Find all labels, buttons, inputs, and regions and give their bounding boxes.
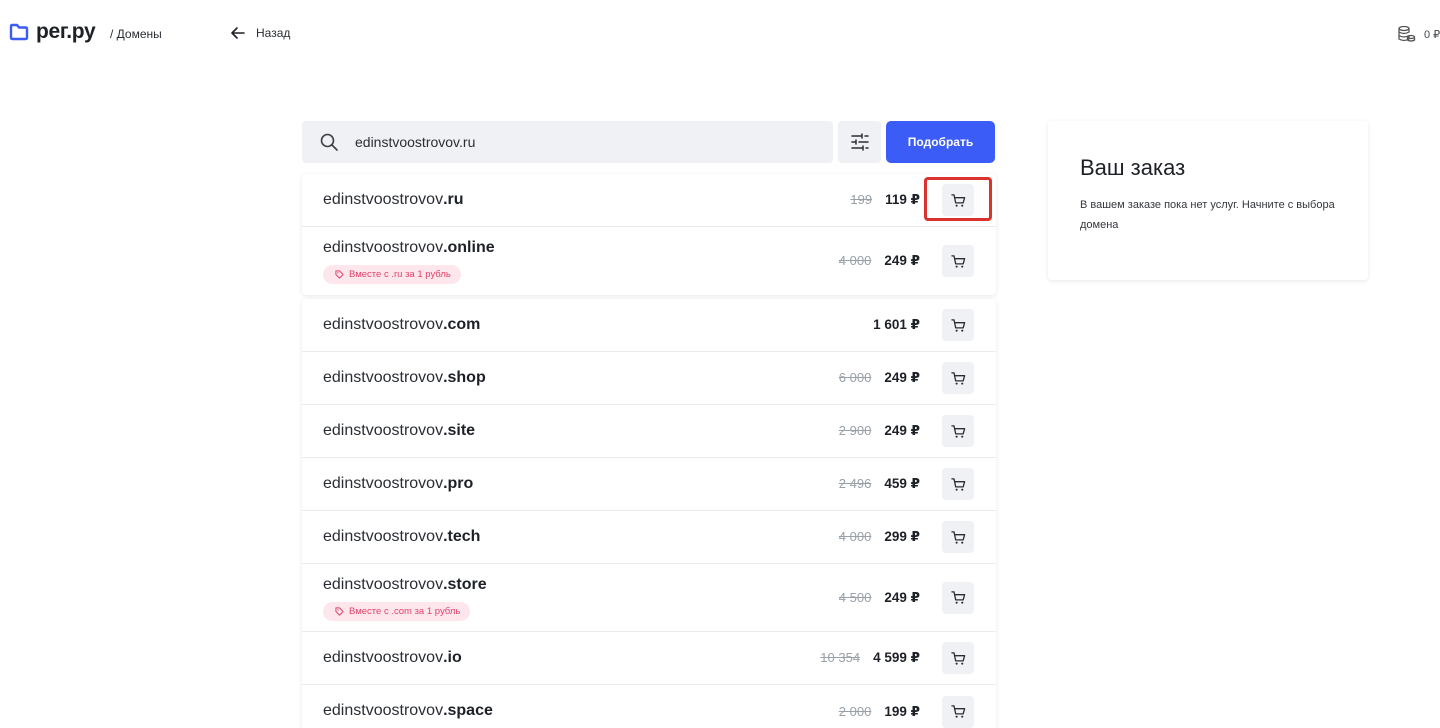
coins-icon [1398,25,1416,42]
cart-icon [950,530,965,544]
cart-icon [950,371,965,385]
back-label: Назад [256,26,291,40]
order-title: Ваш заказ [1080,155,1186,180]
cart-icon [950,477,965,491]
old-price: 6 000 [838,370,872,385]
arrow-left-icon [231,27,245,39]
domain-name: edinstvoostrovov.io [323,649,462,666]
cart-icon [950,318,965,332]
price-block: 2 900 249 ₽ [839,423,920,439]
old-price: 4 500 [838,589,872,605]
add-to-cart-button[interactable] [942,695,974,728]
price: 199 ₽ [884,703,920,719]
search-icon [320,133,338,151]
featured-group: edinstvoostrovov.ru 199 119 ₽ edinstvoos… [302,174,996,295]
price-block: 1 601 ₽ [873,317,920,333]
add-to-cart-button[interactable] [942,642,974,674]
price: 249 ₽ [884,589,920,605]
domain-row-ru: edinstvoostrovov.ru 199 119 ₽ [302,174,996,227]
cart-icon [950,193,965,207]
cart-icon [950,705,965,718]
domain-name: edinstvoostrovov.ru [323,191,464,208]
cart-icon [950,651,965,665]
cart-icon [950,424,965,438]
search-box[interactable] [302,121,833,163]
price-block: 4 000 249 ₽ [839,253,920,269]
cart-icon [950,254,965,268]
price: 249 ₽ [884,370,920,385]
domain-row-space: edinstvoostrovov.space 2 000 199 ₽ [302,685,996,728]
domain-list: edinstvoostrovov.ru 199 119 ₽ edinstvoos… [302,174,996,728]
add-to-cart-button[interactable] [942,415,974,447]
add-to-cart-button[interactable] [942,245,974,277]
old-price: 2 900 [838,423,872,438]
promo-badge: Вместе с .ru за 1 рубль [323,265,461,284]
domain-name: edinstvoostrovov.shop [323,369,486,386]
top-header: рег.ру / Домены Назад 0 ₽ [0,0,1440,66]
domain-row-site: edinstvoostrovov.site 2 900 249 ₽ [302,405,996,458]
domain-row-shop: edinstvoostrovov.shop 6 000 249 ₽ [302,352,996,405]
domain-name: edinstvoostrovov.tech [323,528,481,545]
folder-icon [9,23,29,41]
search-input[interactable] [355,134,785,150]
domain-row-tech: edinstvoostrovov.tech 4 000 299 ₽ [302,511,996,564]
price-block: 2 496 459 ₽ [839,476,920,492]
order-panel: Ваш заказ В вашем заказе пока нет услуг.… [1048,121,1368,280]
price-block: 4 500 249 ₽ [839,590,920,606]
old-price: 10 354 [820,650,861,665]
price-block: 6 000 249 ₽ [839,370,920,386]
add-to-cart-button[interactable] [942,184,974,216]
old-price: 2 000 [838,703,872,719]
price-block: 10 354 4 599 ₽ [820,650,920,666]
domain-row-store: edinstvoostrovov.store Вместе с .com за … [302,564,996,632]
breadcrumb-section[interactable]: / Домены [110,27,162,41]
price: 249 ₽ [884,423,920,438]
domain-name: edinstvoostrovov.pro [323,475,474,492]
price: 1 601 ₽ [873,317,920,332]
price: 459 ₽ [884,476,920,491]
add-to-cart-button[interactable] [942,468,974,500]
pick-button[interactable]: Подобрать [886,121,995,163]
tag-icon [335,270,344,279]
price-block: 199 119 ₽ [850,192,920,208]
price-block: 2 000 199 ₽ [839,704,920,720]
cart-icon [950,591,965,604]
domain-name: edinstvoostrovov.site [323,422,476,439]
add-to-cart-button[interactable] [942,521,974,553]
old-price: 199 [850,192,873,207]
domain-name: edinstvoostrovov.com [323,316,481,333]
domain-name: edinstvoostrovov.store [323,576,487,593]
domain-row-online: edinstvoostrovov.online Вместе с .ru за … [302,227,996,295]
price: 4 599 ₽ [873,650,920,665]
old-price: 2 496 [838,476,872,491]
price: 299 ₽ [884,529,920,544]
add-to-cart-button[interactable] [942,362,974,394]
order-empty-text: В вашем заказе пока нет услуг. Начните с… [1080,199,1335,231]
price: 119 ₽ [885,192,920,207]
logo-text: рег.ру [36,20,96,43]
logo[interactable]: рег.ру [9,20,96,44]
domain-name: edinstvoostrovov.space [323,702,493,719]
price: 249 ₽ [884,253,920,268]
tag-icon [335,607,344,616]
add-to-cart-button[interactable] [942,309,974,341]
domain-row-io: edinstvoostrovov.io 10 354 4 599 ₽ [302,632,996,685]
balance-value: 0 ₽ [1424,28,1440,41]
old-price: 4 000 [838,529,872,544]
price-block: 4 000 299 ₽ [839,529,920,545]
domain-row-com: edinstvoostrovov.com 1 601 ₽ [302,299,996,352]
domain-name: edinstvoostrovov.online [323,239,495,256]
promo-badge: Вместе с .com за 1 рубль [323,602,471,621]
balance-indicator[interactable]: 0 ₽ [1396,24,1440,44]
add-to-cart-button[interactable] [942,581,974,614]
filter-button[interactable] [838,121,881,163]
domain-row-pro: edinstvoostrovov.pro 2 496 459 ₽ [302,458,996,511]
other-group: edinstvoostrovov.com 1 601 ₽ edinstvoost… [302,299,996,728]
sliders-icon [850,133,869,151]
back-link[interactable]: Назад [230,25,290,41]
old-price: 4 000 [838,253,872,268]
